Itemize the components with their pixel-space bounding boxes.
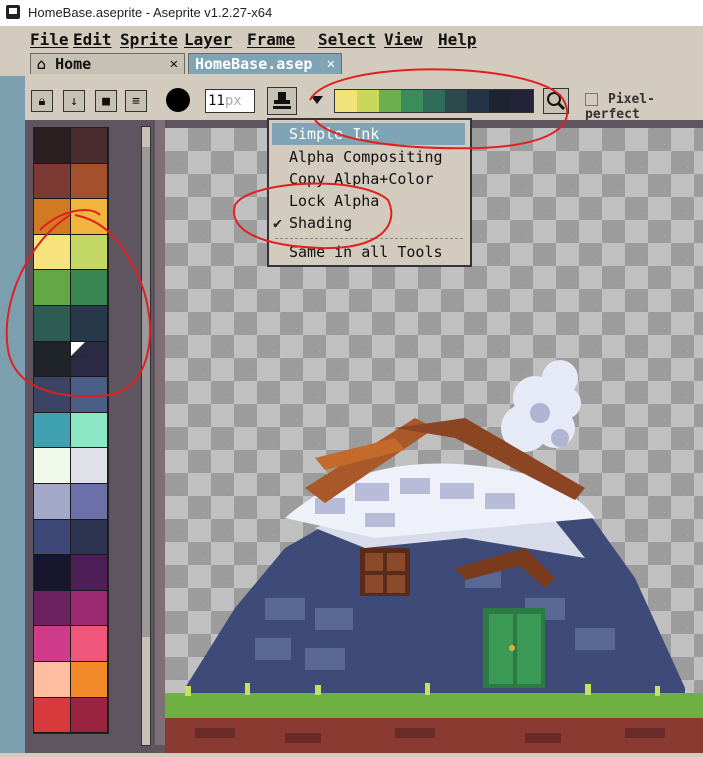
menu-layer[interactable]: Layer bbox=[184, 30, 232, 49]
editor-margin bbox=[155, 120, 165, 745]
checkmark-icon: ✔ bbox=[273, 214, 283, 232]
pixel-perfect-checkbox[interactable]: Pixel-perfect bbox=[585, 92, 703, 122]
palette-swatch[interactable] bbox=[34, 412, 71, 449]
lock-icon[interactable]: 🔒︎ bbox=[31, 90, 53, 112]
palette-swatch[interactable] bbox=[71, 412, 108, 449]
palette-swatch[interactable] bbox=[34, 128, 71, 164]
palette-swatch[interactable] bbox=[71, 661, 108, 698]
ink-shading[interactable]: Shading bbox=[289, 214, 352, 232]
palette-swatch[interactable] bbox=[34, 377, 71, 413]
palette-swatch[interactable] bbox=[34, 697, 71, 734]
menu-separator bbox=[275, 238, 463, 239]
ink-type-button[interactable] bbox=[267, 87, 297, 115]
palette-swatch[interactable] bbox=[34, 448, 71, 484]
palette-swatch[interactable] bbox=[71, 626, 108, 662]
shade-swatch[interactable] bbox=[511, 90, 533, 112]
palette-swatch[interactable] bbox=[34, 305, 71, 342]
shade-swatch[interactable] bbox=[401, 90, 423, 112]
menu-view[interactable]: View bbox=[384, 30, 423, 49]
palette-swatch[interactable] bbox=[34, 555, 71, 591]
shading-ramp[interactable] bbox=[334, 89, 534, 113]
menu-select[interactable]: Select bbox=[318, 30, 376, 49]
palette-swatch[interactable] bbox=[34, 626, 71, 662]
palette-swatch[interactable] bbox=[71, 270, 108, 306]
shade-swatch[interactable] bbox=[467, 90, 489, 112]
palette-swatch[interactable] bbox=[71, 448, 108, 484]
close-icon[interactable]: ✕ bbox=[170, 54, 178, 75]
palette-swatch[interactable] bbox=[34, 590, 71, 627]
shade-swatch[interactable] bbox=[357, 90, 379, 112]
tab-home[interactable]: ⌂ Home ✕ bbox=[30, 53, 185, 74]
palette-swatch[interactable] bbox=[71, 377, 108, 413]
shade-swatch[interactable] bbox=[335, 90, 357, 112]
title-bar: HomeBase.aseprite - Aseprite v1.2.27-x64 bbox=[0, 0, 703, 27]
ink-same-all-tools[interactable]: Same in all Tools bbox=[289, 243, 443, 261]
palette-swatch[interactable] bbox=[71, 305, 108, 342]
tab-homebase-label: HomeBase.asep bbox=[195, 55, 313, 73]
palette-swatch[interactable] bbox=[71, 234, 108, 271]
stop-icon[interactable]: ■ bbox=[95, 90, 117, 112]
checkbox-icon bbox=[585, 93, 598, 106]
ink-lock-alpha[interactable]: Lock Alpha bbox=[289, 192, 379, 210]
palette-swatch[interactable] bbox=[71, 199, 108, 235]
brush-size-field[interactable]: 11px bbox=[205, 89, 255, 113]
context-toolbar: 🔒︎ ↓ ■ ≡ 11px Pixel-perfect bbox=[25, 76, 703, 122]
menu-icon[interactable]: ≡ bbox=[125, 90, 147, 112]
palette-swatch[interactable] bbox=[71, 697, 108, 734]
brush-type-icon[interactable] bbox=[166, 88, 190, 112]
shade-swatch[interactable] bbox=[445, 90, 467, 112]
fg-color-marker bbox=[71, 341, 85, 357]
menu-edit[interactable]: Edit bbox=[73, 30, 112, 49]
dropdown-arrow-icon[interactable] bbox=[311, 96, 323, 104]
palette-grid[interactable] bbox=[33, 127, 109, 735]
close-icon[interactable]: ✕ bbox=[327, 54, 335, 75]
palette-swatch[interactable] bbox=[71, 555, 108, 591]
shade-swatch[interactable] bbox=[489, 90, 511, 112]
palette-swatch[interactable] bbox=[71, 163, 108, 200]
menu-file[interactable]: File bbox=[30, 30, 69, 49]
arrow-down-icon[interactable]: ↓ bbox=[63, 90, 85, 112]
palette-swatch[interactable] bbox=[34, 661, 71, 698]
palette-swatch[interactable] bbox=[34, 483, 71, 520]
tab-bar: ⌂ Home ✕ HomeBase.asep ✕ bbox=[0, 53, 703, 78]
palette-swatch[interactable] bbox=[71, 519, 108, 556]
palette-swatch[interactable] bbox=[34, 163, 71, 200]
stamp-icon bbox=[273, 92, 291, 109]
zoom-button[interactable] bbox=[543, 88, 569, 114]
palette-swatch[interactable] bbox=[34, 199, 71, 235]
palette-swatch[interactable] bbox=[34, 519, 71, 556]
tab-home-label: Home bbox=[55, 55, 92, 73]
left-dock-strip bbox=[0, 76, 25, 753]
magnifier-icon bbox=[547, 92, 566, 111]
home-icon: ⌂ bbox=[37, 55, 47, 73]
app-icon bbox=[6, 5, 20, 19]
palette-scrollbar[interactable] bbox=[141, 126, 151, 746]
palette-swatch[interactable] bbox=[71, 590, 108, 627]
scrollbar-thumb[interactable] bbox=[142, 147, 150, 637]
window-art bbox=[360, 548, 410, 596]
ink-alpha-compositing[interactable]: Alpha Compositing bbox=[289, 148, 443, 166]
tab-homebase[interactable]: HomeBase.asep ✕ bbox=[188, 53, 342, 74]
menu-bar: File Edit Sprite Layer Frame Select View… bbox=[0, 26, 703, 53]
menu-help[interactable]: Help bbox=[438, 30, 477, 49]
palette-swatch[interactable] bbox=[34, 341, 71, 378]
palette-swatch[interactable] bbox=[34, 270, 71, 306]
shade-swatch[interactable] bbox=[423, 90, 445, 112]
ink-dropdown-menu: Simple Ink Alpha Compositing Copy Alpha+… bbox=[267, 118, 472, 267]
menu-frame[interactable]: Frame bbox=[247, 30, 295, 49]
menu-sprite[interactable]: Sprite bbox=[120, 30, 178, 49]
ink-simple[interactable]: Simple Ink bbox=[272, 123, 465, 145]
palette-swatch[interactable] bbox=[71, 483, 108, 520]
palette-swatch[interactable] bbox=[71, 341, 108, 378]
ink-copy-alpha-color[interactable]: Copy Alpha+Color bbox=[289, 170, 434, 188]
palette-panel bbox=[25, 120, 155, 753]
shade-swatch[interactable] bbox=[379, 90, 401, 112]
window-title: HomeBase.aseprite - Aseprite v1.2.27-x64 bbox=[28, 5, 273, 20]
palette-swatch[interactable] bbox=[71, 128, 108, 164]
palette-swatch[interactable] bbox=[34, 234, 71, 271]
